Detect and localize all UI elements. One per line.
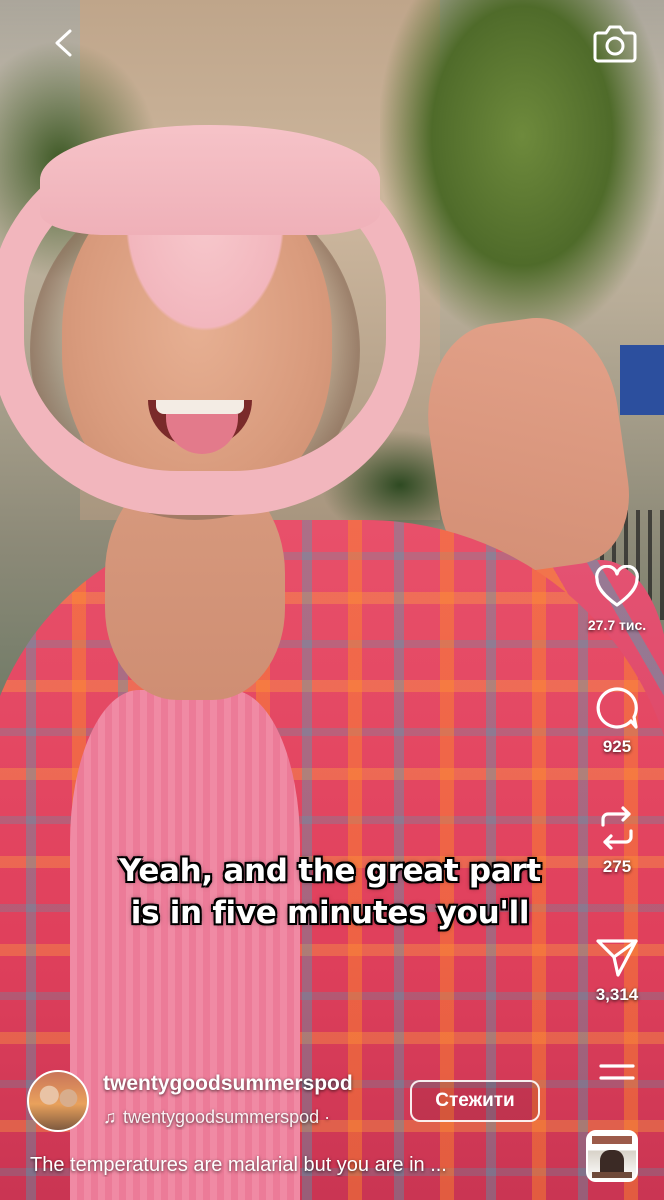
reel-footer: twentygoodsummerspod ♫ twentygoodsummers… xyxy=(0,1060,664,1200)
username[interactable]: twentygoodsummerspod xyxy=(103,1072,353,1096)
comment-button[interactable]: 925 xyxy=(570,685,664,757)
thumbnail-base xyxy=(592,1172,632,1178)
paper-plane-icon[interactable] xyxy=(594,935,640,979)
repost-button[interactable]: 275 xyxy=(570,805,664,877)
top-bar xyxy=(0,0,664,90)
bucket-hat-crown xyxy=(40,125,380,235)
subtitle-line: Yeah, and the great part xyxy=(119,853,541,889)
thumbnail-band xyxy=(592,1136,632,1144)
reel-video[interactable] xyxy=(0,0,664,1200)
comment-count: 925 xyxy=(602,737,632,756)
reel-caption[interactable]: The temperatures are malarial but you ar… xyxy=(30,1154,550,1177)
audio-track-text: twentygoodsummerspod · xyxy=(123,1106,331,1127)
comment-bubble-icon[interactable] xyxy=(594,685,640,731)
repost-icon[interactable] xyxy=(595,805,639,851)
avatar[interactable] xyxy=(27,1070,89,1132)
chevron-left-icon[interactable] xyxy=(50,28,80,58)
like-count: 27.7 тис. xyxy=(587,617,647,633)
street-sign xyxy=(620,345,664,415)
music-note-icon: ♫ xyxy=(103,1106,117,1127)
share-count: 3,314 xyxy=(595,985,639,1004)
subtitle-line: is in five minutes you'll xyxy=(130,895,530,931)
share-button[interactable]: 3,314 xyxy=(570,935,664,1005)
teeth xyxy=(156,400,244,414)
audio-thumbnail[interactable] xyxy=(586,1130,638,1182)
video-subtitle: Yeah, and the great part is in five minu… xyxy=(60,850,600,934)
heart-icon[interactable] xyxy=(593,565,641,609)
camera-icon[interactable] xyxy=(592,22,638,64)
audio-attribution[interactable]: ♫ twentygoodsummerspod · xyxy=(103,1104,403,1130)
like-button[interactable]: 27.7 тис. xyxy=(570,565,664,633)
repost-count: 275 xyxy=(602,857,632,876)
follow-button[interactable]: Стежити xyxy=(410,1080,540,1122)
